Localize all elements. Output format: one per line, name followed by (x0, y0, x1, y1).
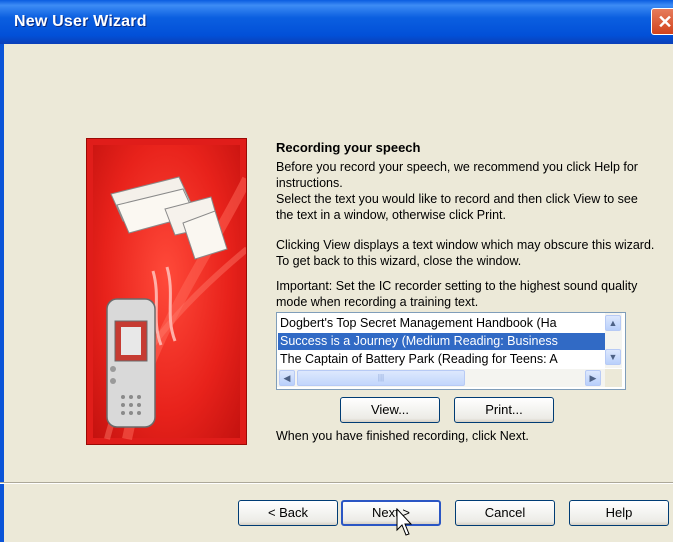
list-item-selected[interactable]: Success is a Journey (Medium Reading: Bu… (278, 333, 605, 350)
list-item[interactable]: Dogbert's Top Secret Management Handbook… (278, 315, 605, 332)
horizontal-scrollbar[interactable]: ◀ ||| ▶ (277, 369, 605, 387)
instructions-important: Important: Set the IC recorder setting t… (276, 279, 638, 309)
instructions-help: Before you record your speech, we recomm… (276, 160, 638, 190)
view-button[interactable]: View... (340, 397, 440, 423)
close-icon: ✕ (657, 12, 673, 32)
window-title: New User Wizard (14, 13, 147, 30)
back-button[interactable]: < Back (238, 500, 338, 526)
title-bar: New User Wizard ✕ (0, 0, 673, 44)
footer-divider (0, 482, 673, 484)
instructions-select: Select the text you would like to record… (276, 192, 638, 222)
scroll-left-icon[interactable]: ◀ (279, 370, 295, 386)
recorder-papers-icon (104, 176, 246, 440)
scroll-down-icon[interactable]: ▼ (605, 349, 621, 365)
page-heading: Recording your speech (276, 140, 421, 155)
cancel-button[interactable]: Cancel (455, 500, 555, 526)
next-button[interactable]: Next > (341, 500, 441, 526)
help-button[interactable]: Help (569, 500, 669, 526)
scroll-thumb[interactable]: ||| (297, 370, 465, 386)
finished-instructions: When you have finished recording, click … (276, 429, 529, 443)
mouse-cursor-icon (396, 508, 412, 536)
training-text-list[interactable]: Dogbert's Top Secret Management Handbook… (276, 312, 626, 390)
list-item[interactable]: The Captain of Battery Park (Reading for… (278, 351, 605, 368)
close-button[interactable]: ✕ (651, 8, 673, 35)
vertical-scrollbar[interactable]: ▲ ▼ (605, 313, 622, 368)
instructions-view: Clicking View displays a text window whi… (276, 238, 655, 268)
scroll-corner (605, 369, 622, 387)
print-button[interactable]: Print... (454, 397, 554, 423)
scroll-right-icon[interactable]: ▶ (585, 370, 601, 386)
scroll-up-icon[interactable]: ▲ (605, 315, 621, 331)
recorder-illustration (86, 138, 247, 445)
window-frame (0, 44, 4, 542)
